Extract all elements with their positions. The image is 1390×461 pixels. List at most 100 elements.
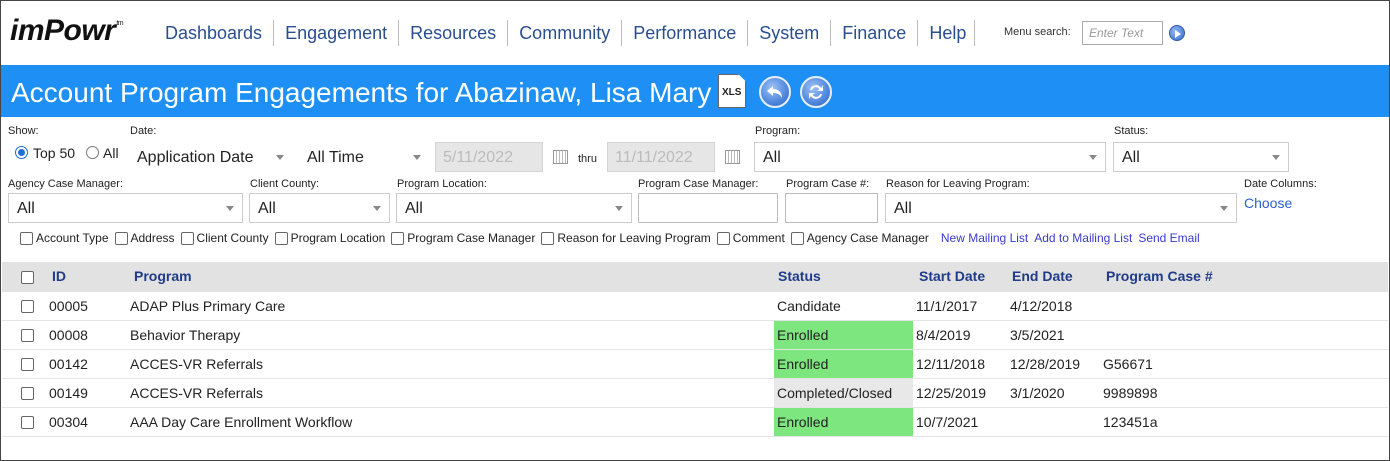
cell-id[interactable]: 00149	[49, 385, 88, 401]
program-case-number-input[interactable]	[785, 193, 878, 223]
chevron-down-icon	[413, 155, 421, 160]
toggle-program-case-manager[interactable]: Program Case Manager	[391, 231, 535, 245]
table-row[interactable]: 00008 Behavior Therapy Enrolled 8/4/2019…	[2, 321, 1388, 350]
back-arrow-icon	[767, 86, 782, 98]
table-row[interactable]: 00149 ACCES-VR Referrals Completed/Close…	[2, 379, 1388, 408]
agency-case-manager-select[interactable]: All	[8, 193, 243, 223]
status-select[interactable]: All	[1113, 142, 1289, 172]
column-program-case-number[interactable]: Program Case #	[1106, 268, 1213, 284]
column-toggle-row: Account Type Address Client County Progr…	[20, 231, 1200, 245]
menu-dashboards[interactable]: Dashboards	[154, 20, 275, 46]
calendar-icon[interactable]	[553, 150, 568, 164]
column-start-date[interactable]: Start Date	[919, 268, 985, 284]
table-row[interactable]: 00304 AAA Day Care Enrollment Workflow E…	[2, 408, 1388, 437]
table-row[interactable]: 00005 ADAP Plus Primary Care Candidate 1…	[2, 292, 1388, 321]
cell-id[interactable]: 00005	[49, 298, 88, 314]
add-to-mailing-list-link[interactable]: Add to Mailing List	[1034, 231, 1132, 245]
checkbox[interactable]	[114, 231, 128, 245]
choose-date-columns-link[interactable]: Choose	[1244, 195, 1292, 211]
cell-end-date: 3/1/2020	[1010, 385, 1065, 401]
date-range-select[interactable]: All Time	[298, 142, 430, 172]
export-xls-icon[interactable]: XLS	[718, 74, 746, 108]
cell-end-date: 4/12/2018	[1010, 298, 1073, 314]
column-id[interactable]: ID	[52, 268, 66, 284]
menu-system[interactable]: System	[748, 20, 832, 46]
menu-help[interactable]: Help	[918, 20, 976, 46]
cell-program-case-number: G56671	[1103, 356, 1153, 372]
menu-search-input[interactable]	[1082, 21, 1163, 45]
row-checkbox[interactable]	[21, 358, 34, 371]
reason-for-leaving-select[interactable]: All	[885, 193, 1237, 223]
row-checkbox[interactable]	[21, 300, 34, 313]
cell-program[interactable]: ACCES-VR Referrals	[130, 356, 263, 372]
date-type-select[interactable]: Application Date	[128, 142, 293, 172]
table-row[interactable]: 00142 ACCES-VR Referrals Enrolled 12/11/…	[2, 350, 1388, 379]
show-top50-label: Top 50	[33, 145, 76, 161]
menu-engagement[interactable]: Engagement	[274, 20, 400, 46]
new-mailing-list-link[interactable]: New Mailing List	[941, 231, 1028, 245]
row-checkbox[interactable]	[21, 416, 34, 429]
menu-search-label: Menu search:	[1004, 26, 1071, 38]
toggle-reason-for-leaving[interactable]: Reason for Leaving Program	[541, 231, 711, 245]
refresh-button[interactable]	[800, 76, 832, 108]
cell-program-case-number: 123451a	[1103, 414, 1158, 430]
toggle-program-location[interactable]: Program Location	[274, 231, 385, 245]
back-button[interactable]	[759, 76, 791, 108]
checkbox[interactable]	[274, 231, 288, 245]
cell-end-date: 3/5/2021	[1010, 327, 1065, 343]
chevron-down-icon	[615, 206, 623, 211]
cell-status: Candidate	[777, 298, 841, 314]
checkbox[interactable]	[391, 231, 405, 245]
toggle-comment[interactable]: Comment	[716, 231, 785, 245]
program-location-label: Program Location:	[397, 178, 487, 190]
checkbox[interactable]	[20, 231, 33, 245]
page-title: Account Program Engagements for Abazinaw…	[11, 77, 712, 108]
cell-program[interactable]: ADAP Plus Primary Care	[130, 298, 285, 314]
checkbox[interactable]	[790, 231, 804, 245]
cell-id[interactable]: 00304	[49, 414, 88, 430]
column-status[interactable]: Status	[778, 268, 821, 284]
toggle-address[interactable]: Address	[114, 231, 175, 245]
menu-community[interactable]: Community	[508, 20, 623, 46]
column-end-date[interactable]: End Date	[1012, 268, 1073, 284]
chevron-down-icon	[276, 155, 284, 160]
checkbox[interactable]	[541, 231, 555, 245]
menu-finance[interactable]: Finance	[831, 20, 919, 46]
impowr-logo[interactable]: imPowrtm	[10, 14, 124, 48]
column-program[interactable]: Program	[134, 268, 192, 284]
checkbox[interactable]	[716, 231, 730, 245]
menu-search-go-icon[interactable]	[1169, 25, 1185, 41]
menu-performance[interactable]: Performance	[622, 20, 749, 46]
send-email-link[interactable]: Send Email	[1138, 231, 1199, 245]
program-label: Program:	[755, 125, 801, 137]
checkbox[interactable]	[180, 231, 194, 245]
menu-resources[interactable]: Resources	[399, 20, 509, 46]
cell-program[interactable]: AAA Day Care Enrollment Workflow	[130, 414, 352, 430]
toggle-client-county[interactable]: Client County	[180, 231, 269, 245]
cell-start-date: 10/7/2021	[916, 414, 979, 430]
cell-program[interactable]: ACCES-VR Referrals	[130, 385, 263, 401]
cell-id[interactable]: 00142	[49, 356, 88, 372]
chevron-down-icon	[1220, 206, 1228, 211]
program-location-select[interactable]: All	[396, 193, 632, 223]
program-case-number-label: Program Case #:	[786, 178, 870, 190]
cell-program[interactable]: Behavior Therapy	[130, 327, 240, 343]
show-top50-radio[interactable]	[15, 146, 28, 159]
row-checkbox[interactable]	[21, 387, 34, 400]
calendar-icon[interactable]	[725, 150, 740, 164]
refresh-icon	[809, 85, 823, 99]
cell-id[interactable]: 00008	[49, 327, 88, 343]
row-checkbox[interactable]	[21, 329, 34, 342]
program-case-manager-input[interactable]	[638, 193, 778, 223]
page-title-bar: Account Program Engagements for Abazinaw…	[1, 65, 1389, 117]
cell-status: Enrolled	[774, 350, 913, 378]
show-all-radio[interactable]	[86, 146, 99, 159]
date-to-input[interactable]: 11/11/2022	[607, 142, 715, 172]
toggle-agency-case-manager[interactable]: Agency Case Manager	[790, 231, 929, 245]
client-county-select[interactable]: All	[249, 193, 390, 223]
cell-start-date: 11/1/2017	[916, 298, 978, 314]
select-all-checkbox[interactable]	[21, 271, 34, 284]
date-from-input[interactable]: 5/11/2022	[435, 142, 543, 172]
program-select[interactable]: All	[754, 142, 1106, 172]
toggle-account-type[interactable]: Account Type	[20, 231, 109, 245]
